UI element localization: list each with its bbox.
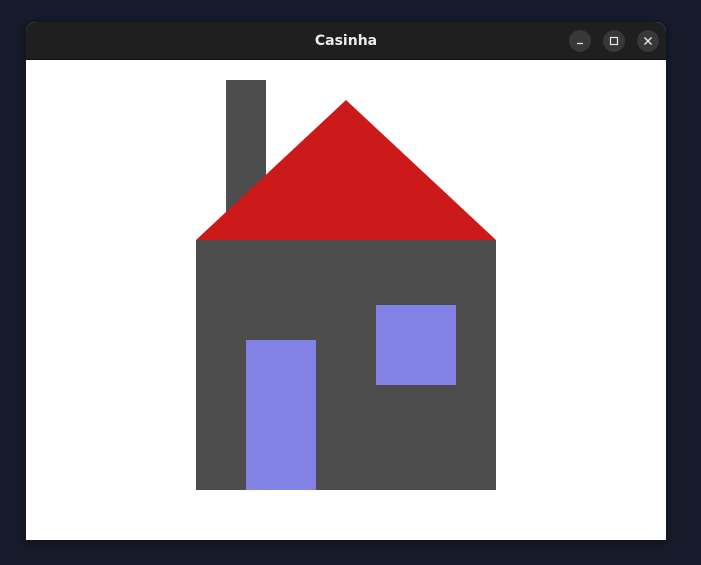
close-icon: [643, 36, 653, 46]
house-window: [376, 305, 456, 385]
maximize-icon: [609, 36, 619, 46]
title-bar[interactable]: Casinha: [26, 22, 666, 60]
app-window: Casinha: [26, 22, 666, 540]
minimize-button[interactable]: [569, 30, 591, 52]
maximize-button[interactable]: [603, 30, 625, 52]
close-button[interactable]: [637, 30, 659, 52]
drawing-canvas[interactable]: [26, 60, 666, 540]
door: [246, 340, 316, 490]
minimize-icon: [575, 36, 585, 46]
house-drawing: [196, 80, 496, 490]
